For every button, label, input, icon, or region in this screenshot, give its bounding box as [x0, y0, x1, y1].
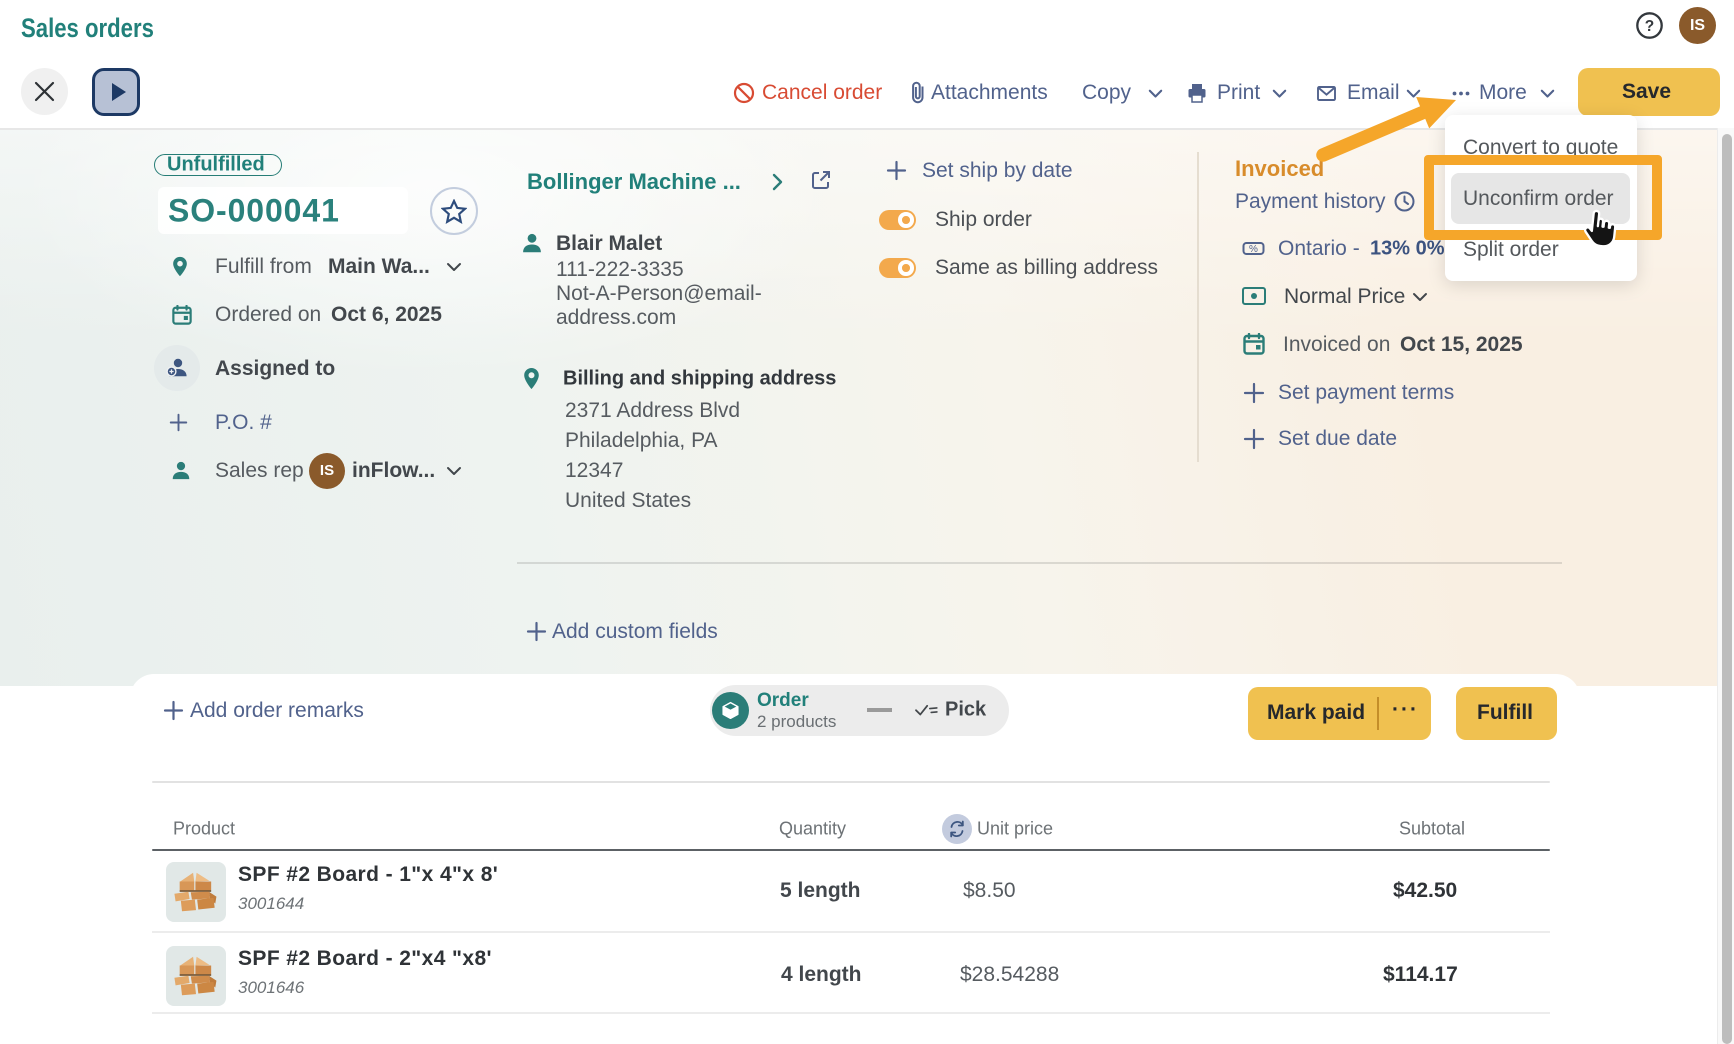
- svg-text:?: ?: [1645, 18, 1654, 35]
- svg-text:%: %: [1249, 244, 1258, 255]
